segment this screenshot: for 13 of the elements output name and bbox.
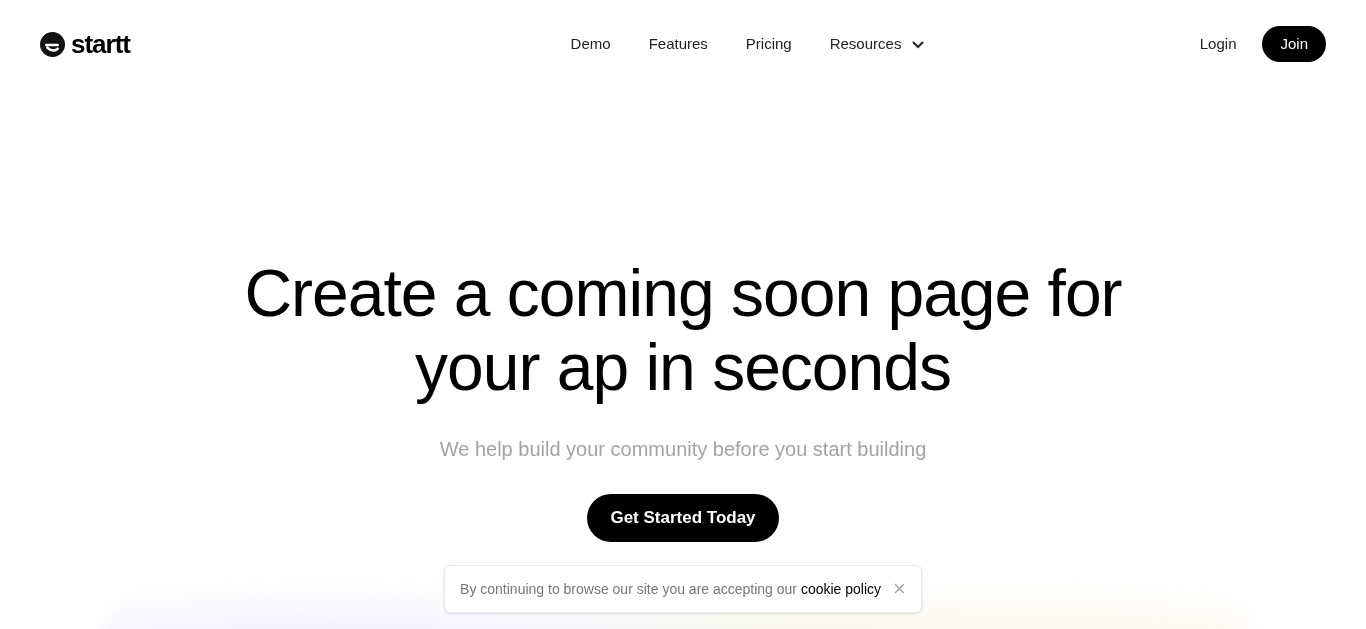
- login-link[interactable]: Login: [1199, 32, 1237, 56]
- cookie-message: By continuing to browse our site you are accepting our cookie policy: [460, 579, 882, 599]
- nav-link[interactable]: Features: [638, 32, 718, 56]
- cookie-policy-link[interactable]: cookie policy: [800, 580, 882, 597]
- logo-icon: [40, 31, 65, 57]
- brand-name: startt: [71, 31, 130, 57]
- get-started-button[interactable]: Get Started Today: [587, 494, 779, 542]
- nav-link[interactable]: Pricing: [735, 32, 802, 56]
- hero-subtitle: We help build your community before you start building: [439, 437, 927, 462]
- nav-link[interactable]: Demo: [560, 32, 621, 56]
- hero-heading: Create a coming soon page for your ap in seconds: [243, 256, 1123, 404]
- join-button[interactable]: Join: [1262, 26, 1326, 62]
- nav-link[interactable]: Resources: [819, 32, 936, 56]
